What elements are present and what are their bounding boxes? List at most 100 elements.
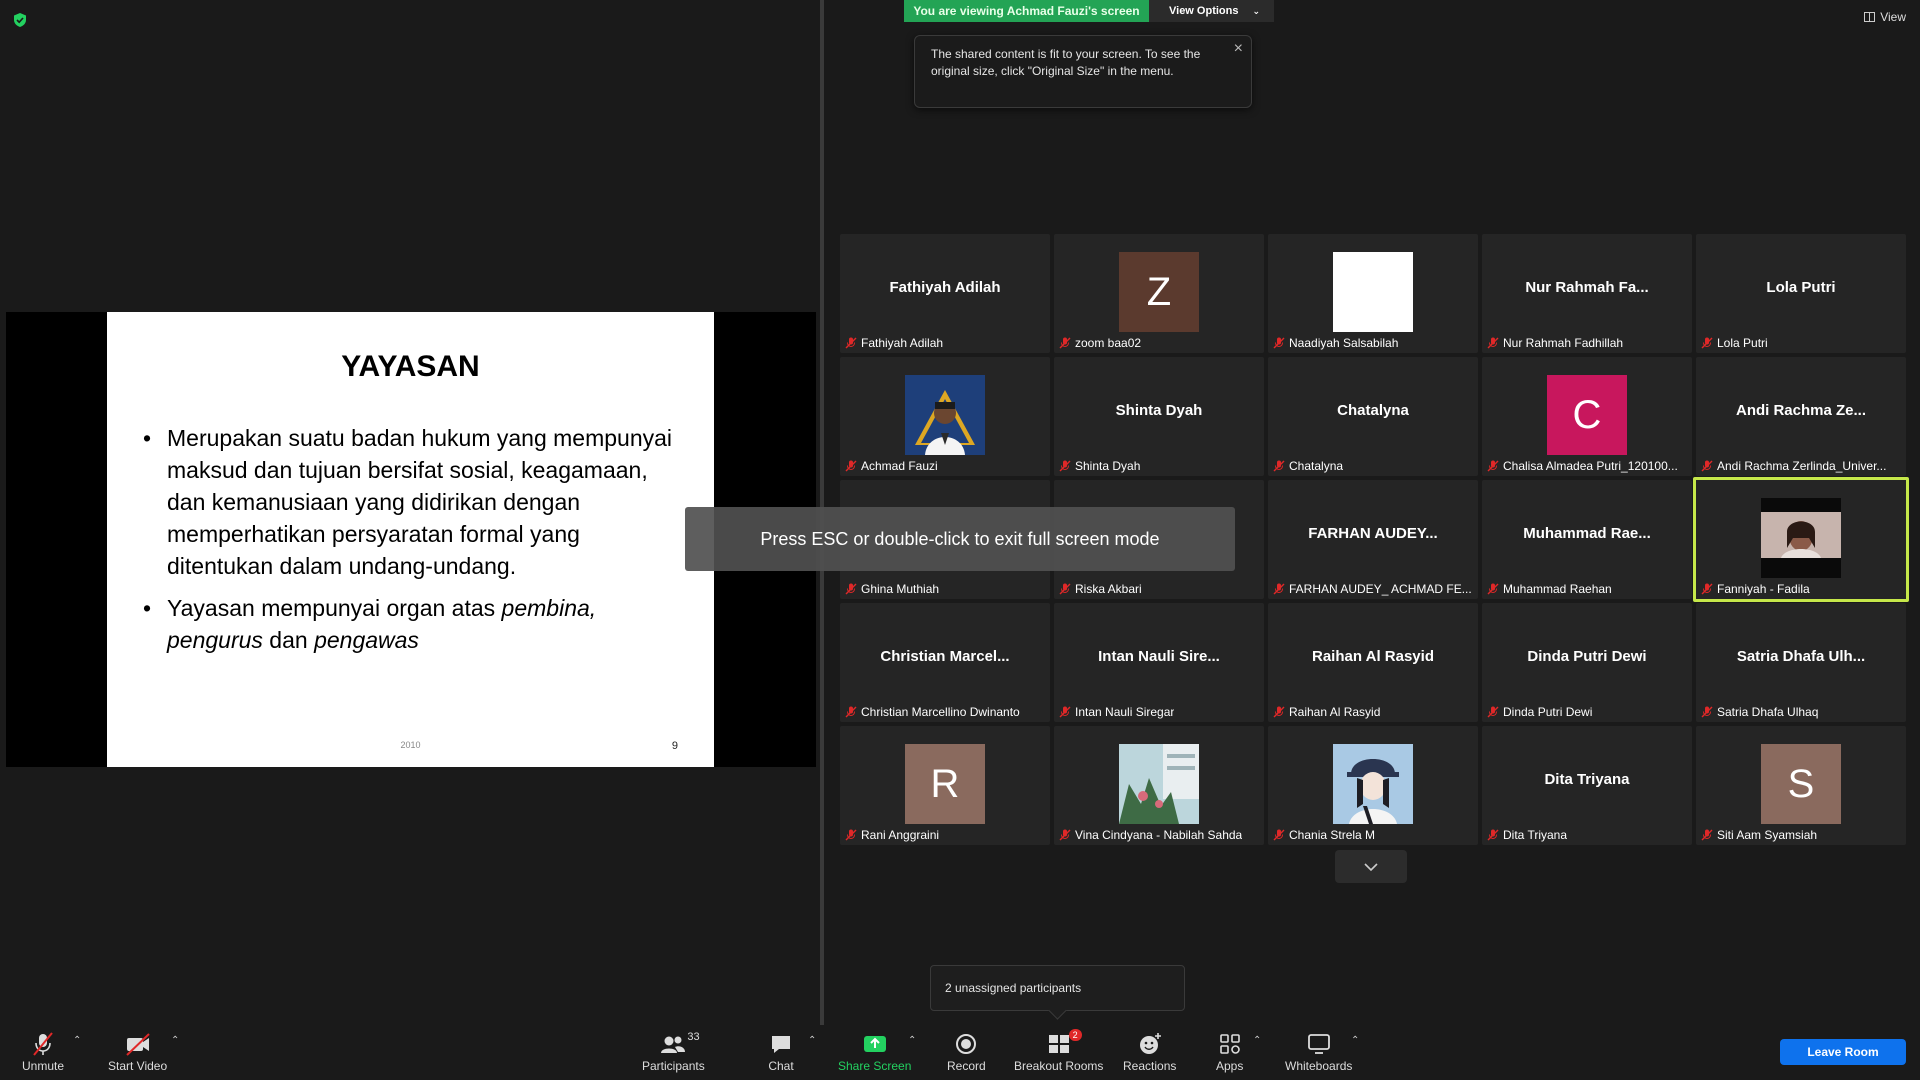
participant-label: Rani Anggraini	[844, 828, 939, 842]
start-video-label: Start Video	[108, 1059, 168, 1073]
participant-label: Naadiyah Salsabilah	[1272, 336, 1398, 350]
participant-label: Satria Dhafa Ulhaq	[1700, 705, 1818, 719]
avatar	[1119, 744, 1199, 824]
mic-muted-icon	[1487, 829, 1499, 841]
video-options-caret[interactable]: ⌃	[171, 1035, 179, 1046]
participant-tile[interactable]: Satria Dhafa Ulh... Satria Dhafa Ulhaq	[1696, 603, 1906, 722]
participant-tile[interactable]: Vina Cindyana - Nabilah Sahda	[1054, 726, 1264, 845]
participants-label: Participants	[642, 1059, 705, 1073]
participant-tile[interactable]: S Siti Aam Syamsiah	[1696, 726, 1906, 845]
view-button[interactable]: View	[1864, 10, 1906, 24]
participant-tile[interactable]: R Rani Anggraini	[840, 726, 1050, 845]
fullscreen-toast: Press ESC or double-click to exit full s…	[685, 507, 1235, 571]
participant-tile[interactable]: Achmad Fauzi	[840, 357, 1050, 476]
start-video-button[interactable]: Start Video	[108, 1031, 167, 1073]
mic-muted-icon	[1487, 460, 1499, 472]
unassigned-participants-tooltip[interactable]: 2 unassigned participants	[930, 965, 1185, 1011]
unmute-label: Unmute	[22, 1059, 65, 1073]
participant-tile[interactable]: Christian Marcel... Christian Marcellino…	[840, 603, 1050, 722]
chat-button[interactable]: Chat	[768, 1031, 794, 1073]
participant-label: Siti Aam Syamsiah	[1700, 828, 1817, 842]
participant-tile[interactable]: Z zoom baa02	[1054, 234, 1264, 353]
apps-options-caret[interactable]: ⌃	[1253, 1035, 1261, 1046]
reactions-button[interactable]: Reactions	[1123, 1031, 1176, 1073]
whiteboards-button[interactable]: Whiteboards	[1285, 1031, 1352, 1073]
share-screen-button[interactable]: Share Screen	[838, 1031, 911, 1073]
whiteboard-icon	[1307, 1034, 1330, 1054]
mic-muted-icon	[1701, 460, 1713, 472]
record-label: Record	[947, 1059, 986, 1073]
mic-muted-icon	[845, 706, 857, 718]
mic-muted-icon	[1487, 706, 1499, 718]
participant-tile[interactable]: Shinta Dyah Shinta Dyah	[1054, 357, 1264, 476]
participant-tile[interactable]: Fathiyah Adilah Fathiyah Adilah	[840, 234, 1050, 353]
participant-label: Christian Marcellino Dwinanto	[844, 705, 1020, 719]
apps-button[interactable]: Apps	[1216, 1031, 1243, 1073]
next-page-button[interactable]	[1335, 850, 1407, 883]
participant-tile[interactable]: Chania Strela M	[1268, 726, 1478, 845]
audio-options-caret[interactable]: ⌃	[73, 1035, 81, 1046]
participant-display-name: Dinda Putri Dewi	[1527, 648, 1647, 665]
mic-muted-icon	[1059, 460, 1071, 472]
whiteboard-options-caret[interactable]: ⌃	[1351, 1035, 1359, 1046]
participant-label: Chalisa Almadea Putri_120100...	[1486, 459, 1678, 473]
mic-muted-icon	[845, 337, 857, 349]
participant-tile[interactable]: Andi Rachma Ze... Andi Rachma Zerlinda_U…	[1696, 357, 1906, 476]
chevron-down-icon: ⌄	[1252, 6, 1260, 16]
video-off-icon	[125, 1033, 150, 1056]
participant-label: Muhammad Raehan	[1486, 582, 1612, 596]
participant-name: Shinta Dyah	[1075, 459, 1141, 473]
chat-icon	[772, 1036, 790, 1053]
mic-muted-icon	[1059, 583, 1071, 595]
mic-muted-icon	[1701, 829, 1713, 841]
share-options-caret[interactable]: ⌃	[908, 1035, 916, 1046]
close-icon[interactable]: ×	[1234, 40, 1243, 57]
mic-muted-icon	[845, 829, 857, 841]
participant-tile[interactable]: Raihan Al Rasyid Raihan Al Rasyid	[1268, 603, 1478, 722]
mic-muted-icon	[1701, 337, 1713, 349]
participant-display-name: Intan Nauli Sire...	[1098, 648, 1220, 665]
record-button[interactable]: Record	[947, 1031, 986, 1073]
participant-name: Muhammad Raehan	[1503, 582, 1612, 596]
participant-tile-active-speaker[interactable]: Fanniyah - Fadila	[1693, 477, 1909, 602]
participant-name: Rani Anggraini	[861, 828, 940, 842]
profile-photo-icon	[1333, 744, 1413, 824]
profile-photo-icon	[1119, 744, 1199, 824]
breakout-rooms-button[interactable]: 2 Breakout Rooms	[1014, 1029, 1103, 1073]
participant-tile[interactable]: Dita Triyana Dita Triyana	[1482, 726, 1692, 845]
participant-tile[interactable]: Nur Rahmah Fa... Nur Rahmah Fadhillah	[1482, 234, 1692, 353]
participant-name: Achmad Fauzi	[861, 459, 938, 473]
presentation-slide: YAYASAN Merupakan suatu badan hukum yang…	[107, 312, 714, 767]
participant-tile[interactable]: Chatalyna Chatalyna	[1268, 357, 1478, 476]
mic-muted-icon	[1701, 583, 1713, 595]
participant-tile[interactable]: Muhammad Rae... Muhammad Raehan	[1482, 480, 1692, 599]
mic-muted-icon	[1059, 706, 1071, 718]
slide-page-number: 9	[671, 740, 678, 752]
participant-tile[interactable]: FARHAN AUDEY... FARHAN AUDEY_ ACHMAD FE.…	[1268, 480, 1478, 599]
participant-label: Dita Triyana	[1486, 828, 1567, 842]
viewing-banner: You are viewing Achmad Fauzi's screen	[904, 0, 1149, 22]
participant-name: Vina Cindyana - Nabilah Sahda	[1075, 828, 1243, 842]
participant-tile[interactable]: Dinda Putri Dewi Dinda Putri Dewi	[1482, 603, 1692, 722]
chat-options-caret[interactable]: ⌃	[808, 1035, 816, 1046]
participant-tile[interactable]: Naadiyah Salsabilah	[1268, 234, 1478, 353]
participant-tile[interactable]: C Chalisa Almadea Putri_120100...	[1482, 357, 1692, 476]
participants-button[interactable]: 33 Participants	[642, 1031, 705, 1073]
participant-tile[interactable]: Lola Putri Lola Putri	[1696, 234, 1906, 353]
shield-icon[interactable]	[12, 12, 28, 28]
participant-label: Andi Rachma Zerlinda_Univer...	[1700, 459, 1886, 473]
participant-label: Chatalyna	[1272, 459, 1343, 473]
leave-room-button[interactable]: Leave Room	[1780, 1039, 1906, 1065]
profile-photo-icon	[905, 375, 985, 455]
participant-tile[interactable]: Intan Nauli Sire... Intan Nauli Siregar	[1054, 603, 1264, 722]
record-icon	[956, 1034, 977, 1054]
participant-name: Nur Rahmah Fadhillah	[1503, 336, 1624, 350]
mic-muted-icon	[33, 1032, 53, 1056]
slide-bullets: Merupakan suatu badan hukum yang mempuny…	[143, 422, 684, 666]
view-options-button[interactable]: View Options ⌄	[1149, 0, 1274, 22]
participants-count: 33	[687, 1031, 700, 1043]
mic-muted-icon	[1273, 337, 1285, 349]
whiteboards-label: Whiteboards	[1285, 1059, 1353, 1073]
unmute-button[interactable]: Unmute	[22, 1031, 64, 1073]
participant-label: Fathiyah Adilah	[844, 336, 943, 350]
